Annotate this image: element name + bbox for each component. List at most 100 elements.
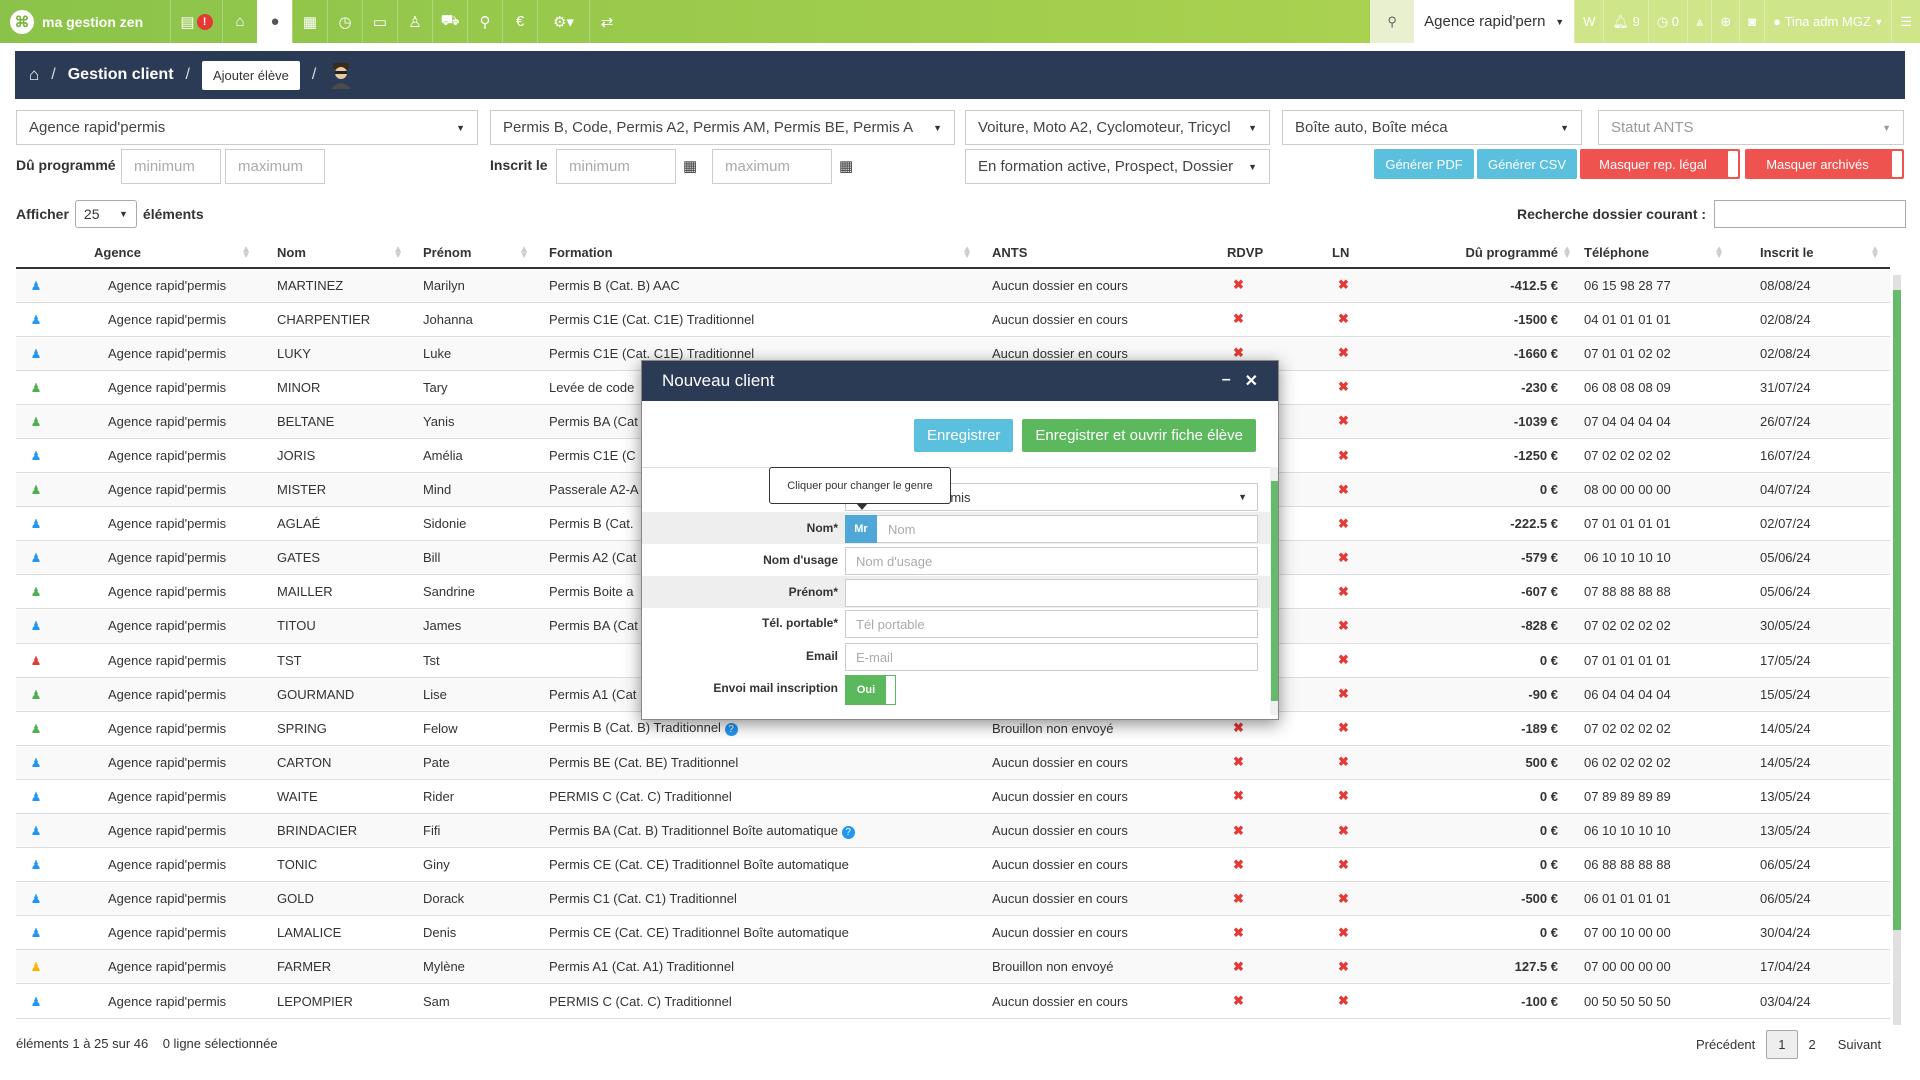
generate-csv-button[interactable]: Générer CSV <box>1477 149 1577 179</box>
gearbox-filter[interactable]: Boîte auto, Boîte méca ▼ <box>1282 110 1582 145</box>
inscrit-max-input[interactable]: maximum <box>712 149 832 184</box>
search-label: Recherche dossier courant : <box>1517 206 1707 222</box>
table-row[interactable]: ♟ Agence rapid'permis CARTON Pate Permis BE … <box>16 745 1890 780</box>
person-icon: ♟ <box>30 312 42 327</box>
nav-card[interactable]: ▭ <box>362 0 397 43</box>
cross-icon: ✖ <box>1338 652 1349 668</box>
table-row[interactable]: ♟ Agence rapid'permis CHARPENTIER Johanna Pe… <box>16 302 1890 337</box>
home-icon[interactable]: ⌂ <box>29 65 39 85</box>
help-icon[interactable]: ? <box>724 723 738 737</box>
vehicle-filter[interactable]: Voiture, Moto A2, Cyclomoteur, Tricycl ▼ <box>965 110 1270 145</box>
generate-pdf-button[interactable]: Générer PDF <box>1374 149 1474 179</box>
mask-archived-toggle[interactable]: Masquer archivés <box>1745 149 1904 179</box>
table-scrollbar-thumb[interactable] <box>1893 290 1901 930</box>
col-ln[interactable]: LN <box>1322 238 1414 269</box>
prev-page-button[interactable]: Précédent <box>1685 1031 1766 1058</box>
status-filter[interactable]: En formation active, Prospect, Dossier ▼ <box>965 149 1270 184</box>
usage-name-input[interactable]: Nom d'usage <box>845 547 1258 575</box>
search-input[interactable] <box>1714 200 1907 228</box>
table-row[interactable]: ♟ Agence rapid'permis GOLD Dorack Permis C1 … <box>16 881 1890 917</box>
nom-input[interactable]: Nom <box>845 515 1258 543</box>
notif-count: 9 <box>1632 14 1640 29</box>
w-button[interactable]: W <box>1574 0 1603 43</box>
table-row[interactable]: ♟ Agence rapid'permis TONIC Giny Permis CE (… <box>16 847 1890 883</box>
ants-status-filter[interactable]: Statut ANTS ▼ <box>1598 110 1904 145</box>
caret-down-icon: ▼ <box>456 122 465 133</box>
du-max-input[interactable]: maximum <box>225 149 325 184</box>
cell-agence: Agence rapid'permis <box>56 711 261 746</box>
inscrit-min-input[interactable]: minimum <box>556 149 676 184</box>
nav-alerts[interactable]: ▤! <box>170 0 222 43</box>
page-2-button[interactable]: 2 <box>1798 1031 1827 1058</box>
save-and-open-button[interactable]: Enregistrer et ouvrir fiche élève <box>1022 419 1256 452</box>
permis-filter[interactable]: Permis B, Code, Permis A2, Permis AM, Pe… <box>490 110 955 145</box>
agency-switcher[interactable]: Agence rapid'pern ▼ <box>1414 0 1575 43</box>
nav-calendar[interactable]: ▦ <box>292 0 327 43</box>
cell-rdvp: ✖ <box>1217 983 1322 1019</box>
nav-car[interactable]: ⛟ <box>432 0 467 43</box>
road-button[interactable]: ⩓ <box>1687 0 1711 43</box>
table-row[interactable]: ♟ Agence rapid'permis LEPOMPIER Sam PERMIS C… <box>16 983 1890 1019</box>
prenom-input[interactable] <box>845 579 1258 607</box>
cell-ants: Aucun dossier en cours <box>982 268 1217 303</box>
du-min-input[interactable]: minimum <box>121 149 221 184</box>
gender-toggle[interactable]: Mr <box>845 515 877 543</box>
camera-button[interactable]: ◙ <box>1739 0 1764 43</box>
col-du[interactable]: Dû programmé ▲ ▼ <box>1414 238 1574 269</box>
nav-shuffle[interactable]: ⇄ <box>589 0 624 43</box>
alarms-button[interactable]: ◷ 0 <box>1647 0 1687 43</box>
menu-button[interactable]: ☰ <box>1891 0 1920 43</box>
cell-ants: Aucun dossier en cours <box>982 983 1217 1019</box>
nav-location[interactable]: ⚲ <box>467 0 502 43</box>
col-telephone[interactable]: Téléphone ▲ ▼ <box>1574 238 1734 269</box>
nav-clients[interactable]: ● <box>257 0 292 43</box>
nav-euro[interactable]: € <box>502 0 537 43</box>
mask-legal-rep-toggle[interactable]: Masquer rep. légal <box>1580 149 1740 179</box>
col-nom[interactable]: Nom ▲ ▼ <box>261 238 413 269</box>
cell-nom: LEPOMPIER <box>261 983 413 1019</box>
page-1-button[interactable]: 1 <box>1766 1030 1798 1059</box>
help-icon[interactable]: ? <box>841 825 855 839</box>
table-row[interactable]: ♟ Agence rapid'permis BRINDACIER Fifi Permis… <box>16 813 1890 849</box>
table-row[interactable]: ♟ Agence rapid'permis MARTINEZ Marilyn Permi… <box>16 268 1890 303</box>
calendar-icon[interactable]: ▦ <box>683 157 697 175</box>
formation-text: Permis BA (Cat <box>549 618 638 634</box>
next-page-button[interactable]: Suivant <box>1827 1031 1892 1058</box>
nav-person[interactable]: ♙ <box>397 0 432 43</box>
cell-du: -90 € <box>1414 677 1574 712</box>
col-prenom[interactable]: Prénom ▲ ▼ <box>413 238 539 269</box>
modal-scrollbar-thumb[interactable] <box>1271 481 1278 701</box>
nav-clock[interactable]: ◷ <box>327 0 362 43</box>
nav-home[interactable]: ⌂ <box>222 0 257 43</box>
cell-formation: Permis CE (Cat. CE) Traditionnel Boîte a… <box>539 847 982 883</box>
col-formation[interactable]: Formation ▲ ▼ <box>539 238 982 269</box>
add-student-button[interactable]: Ajouter élève <box>201 60 300 90</box>
col-ants[interactable]: ANTS <box>982 238 1217 269</box>
help-button[interactable]: ⊕ <box>1711 0 1739 43</box>
col-inscrit[interactable]: Inscrit le ▲ ▼ <box>1734 238 1890 269</box>
send-mail-toggle[interactable]: Oui <box>845 675 896 705</box>
minimize-icon[interactable]: – <box>1222 371 1231 391</box>
email-input[interactable]: E-mail <box>845 643 1258 671</box>
calendar-icon[interactable]: ▦ <box>839 157 853 175</box>
col-rdvp-label: RDVP <box>1227 245 1264 260</box>
user-menu[interactable]: ● Tina adm MGZ ▼ <box>1764 0 1891 43</box>
formation-text: Permis C1E (C <box>549 448 636 464</box>
col-agence[interactable]: Agence ▲ ▼ <box>56 238 261 269</box>
nav-settings[interactable]: ⚙▾ <box>537 0 589 43</box>
du-label: Dû programmé <box>16 157 116 173</box>
location-pin-button[interactable]: ⚲ <box>1370 0 1415 43</box>
calendar-icon: ▦ <box>302 13 318 31</box>
table-row[interactable]: ♟ Agence rapid'permis FARMER Mylène Permis A… <box>16 949 1890 985</box>
app-logo[interactable]: ⌘ ma gestion zen <box>0 0 170 43</box>
save-button[interactable]: Enregistrer <box>914 419 1014 452</box>
mobile-input[interactable]: Tél portable <box>845 610 1258 638</box>
table-row[interactable]: ♟ Agence rapid'permis LAMALICE Denis Permis … <box>16 915 1890 951</box>
agency-filter[interactable]: Agence rapid'permis ▼ <box>16 110 478 145</box>
close-icon[interactable]: ✕ <box>1245 371 1258 391</box>
notifications-button[interactable]: 🔔︎ 9 <box>1603 0 1647 43</box>
col-rdvp[interactable]: RDVP <box>1217 238 1322 269</box>
table-row[interactable]: ♟ Agence rapid'permis WAITE Rider PERMIS C (… <box>16 779 1890 815</box>
page-length-select[interactable]: 25 ▼ <box>74 200 137 228</box>
col-nom-label: Nom <box>277 245 306 260</box>
